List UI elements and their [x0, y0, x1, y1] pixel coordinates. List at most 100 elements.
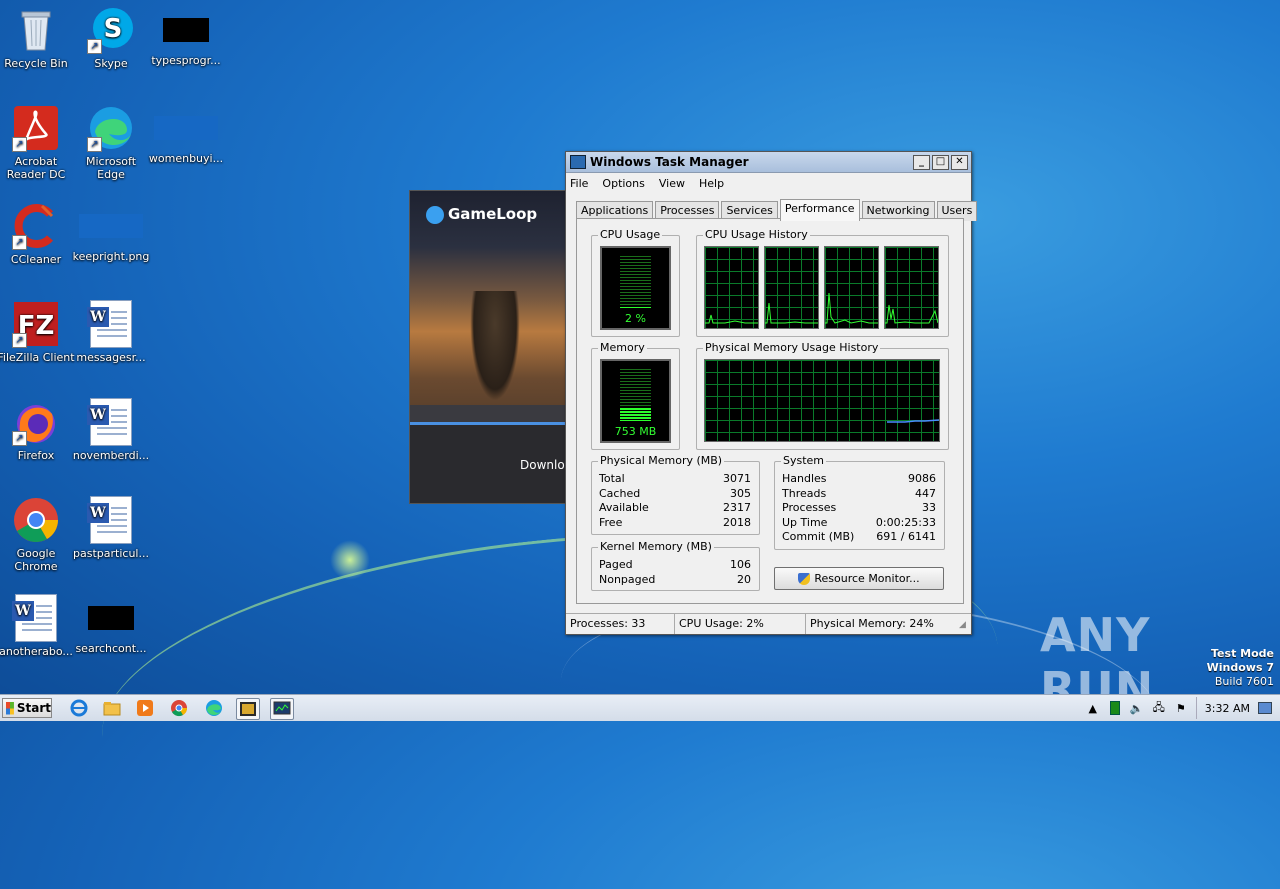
explorer-icon[interactable] — [101, 698, 123, 718]
desktop-icon-label: keepright.png — [72, 250, 150, 263]
menu-file[interactable]: File — [570, 177, 588, 190]
volume-icon[interactable]: 🔈 — [1130, 701, 1144, 715]
desktop-icon-label: FileZilla Client — [0, 351, 75, 364]
memory-value: 753 MB — [614, 425, 657, 438]
desktop-icon-typesprogr[interactable]: typesprogr... — [146, 6, 226, 67]
resize-grip-icon[interactable]: ◢ — [959, 614, 971, 634]
resource-monitor-button[interactable]: Resource Monitor... — [774, 567, 944, 590]
download-status-text: Downlo — [520, 458, 565, 472]
desktop-icon-keepright[interactable]: keepright.png — [71, 202, 151, 263]
stat-value: 20 — [737, 572, 751, 586]
desktop-icon-label: Recycle Bin — [4, 57, 68, 70]
stat-label: Available — [599, 501, 649, 514]
physical-memory-group: Physical Memory (MB) Total 3071 Cached 305… — [591, 454, 760, 535]
taskmanager-icon[interactable] — [270, 698, 294, 720]
desktop-icon-chrome[interactable]: Google Chrome — [0, 496, 76, 573]
splash-artwork — [470, 291, 520, 401]
stat-label: Free — [599, 515, 623, 529]
task-manager-window[interactable]: Windows Task Manager _ □ ✕ File Options … — [565, 151, 978, 635]
desktop-icon-acrobat[interactable]: ↗ Acrobat Reader DC — [0, 104, 76, 181]
start-button[interactable]: Start — [2, 698, 52, 718]
stat-label: Total — [599, 472, 625, 485]
word-doc-icon: W — [87, 398, 135, 446]
start-label: Start — [16, 701, 51, 715]
splash-banner — [410, 405, 570, 422]
title-bar[interactable]: Windows Task Manager _ □ ✕ — [566, 152, 971, 173]
desktop-icon-label: novemberdi... — [72, 449, 150, 462]
desktop-icon-label: searchcont... — [75, 642, 147, 655]
chrome-icon — [12, 496, 60, 544]
network-monitor-icon[interactable] — [1108, 701, 1122, 715]
menu-bar: File Options View Help — [566, 173, 971, 193]
word-doc-icon: W — [87, 300, 135, 348]
cpu-usage-group: CPU Usage 2 % — [591, 228, 680, 337]
system-tray: ▲ 🔈 🖧 ⚑ 3:32 AM — [1086, 695, 1280, 721]
test-mode-line: Test Mode — [1211, 647, 1274, 660]
status-cpu-usage: CPU Usage: 2% — [675, 614, 806, 634]
physical-memory-history-label: Physical Memory Usage History — [703, 341, 881, 354]
tab-performance[interactable]: Performance — [779, 199, 860, 221]
desktop-icon-label: Skype — [94, 57, 128, 70]
desktop-icon-searchcont[interactable]: searchcont... — [71, 594, 151, 655]
desktop-icon-skype[interactable]: S ↗ Skype — [71, 6, 151, 70]
ie-icon[interactable] — [68, 698, 90, 718]
windows-logo-icon — [6, 701, 14, 715]
desktop-icon-anotherabo[interactable]: W anotherabo... — [0, 594, 76, 658]
system-group: System Handles 9086 Threads 447 Processes 3… — [774, 454, 945, 550]
chrome-icon[interactable] — [168, 698, 190, 718]
desktop-icon-edge[interactable]: ↗ Microsoft Edge — [71, 104, 151, 181]
close-button[interactable]: ✕ — [951, 154, 968, 170]
stat-value: 0:00:25:33 — [875, 515, 936, 529]
resource-monitor-label: Resource Monitor... — [814, 572, 920, 585]
gameloop-logo-text: GameLoop — [448, 205, 538, 223]
uac-shield-icon — [798, 572, 811, 585]
desktop-icon-label: Google Chrome — [14, 547, 58, 573]
stat-value: 9086 — [908, 472, 936, 485]
stat-label: Up Time — [782, 515, 828, 529]
action-center-flag-icon[interactable]: ⚑ — [1174, 701, 1188, 715]
menu-view[interactable]: View — [659, 177, 685, 190]
desktop-icon-novemberdi[interactable]: W novemberdi... — [71, 398, 151, 462]
minimize-button[interactable]: _ — [913, 154, 930, 170]
cpu-usage-label: CPU Usage — [598, 228, 663, 241]
shortcut-arrow-icon: ↗ — [12, 235, 27, 250]
media-player-icon[interactable] — [134, 698, 156, 718]
memory-fill — [620, 408, 651, 421]
desktop-icon-messagesr[interactable]: W messagesr... — [71, 300, 151, 364]
stat-label: Cached — [599, 486, 641, 500]
cpu-history-label: CPU Usage History — [703, 228, 810, 241]
show-desktop-icon[interactable] — [1258, 701, 1272, 715]
menu-options[interactable]: Options — [602, 177, 644, 190]
performance-panel: CPU Usage 2 % CPU Usage History Memory 7… — [576, 218, 964, 604]
physical-memory-title: Physical Memory (MB) — [598, 454, 725, 467]
stat-value: 447 — [915, 486, 936, 500]
physical-memory-history-group: Physical Memory Usage History — [696, 341, 949, 450]
physical-memory-stats: Total 3071 Cached 305 Available 2317 Free 20… — [599, 472, 751, 530]
gameloop-icon[interactable] — [236, 698, 260, 720]
gameloop-logo-icon — [426, 205, 444, 224]
memory-meter: 753 MB — [600, 359, 671, 443]
svg-text:S: S — [104, 14, 123, 44]
stat-value: 691 / 6141 — [876, 530, 936, 543]
word-doc-icon: W — [12, 594, 60, 642]
desktop-icon-filezilla[interactable]: FZ ↗ FileZilla Client — [0, 300, 76, 364]
network-icon[interactable]: 🖧 — [1152, 701, 1166, 715]
desktop-icon-pastparticul[interactable]: W pastparticul... — [71, 496, 151, 560]
maximize-button[interactable]: □ — [932, 154, 949, 170]
physical-memory-history-graph — [704, 359, 940, 442]
desktop-icon-firefox[interactable]: ↗ Firefox — [0, 398, 76, 462]
stat-value: 106 — [730, 558, 751, 571]
stat-label: Commit (MB) — [782, 530, 855, 543]
edge-icon: ↗ — [87, 104, 135, 152]
shortcut-arrow-icon: ↗ — [12, 333, 27, 348]
desktop-icon-womenbuyi[interactable]: womenbuyi... — [146, 104, 226, 165]
menu-help[interactable]: Help — [699, 177, 724, 190]
show-hidden-icons-icon[interactable]: ▲ — [1086, 701, 1100, 715]
clock[interactable]: 3:32 AM — [1205, 702, 1250, 715]
desktop-icon-recycle-bin[interactable]: Recycle Bin — [0, 6, 76, 70]
edge-icon[interactable] — [203, 698, 225, 718]
gameloop-splash-window[interactable]: GameLoop Downlo — [409, 190, 571, 504]
shortcut-arrow-icon: ↗ — [87, 137, 102, 152]
desktop-icon-ccleaner[interactable]: ↗ CCleaner — [0, 202, 76, 266]
recycle-bin-icon — [12, 6, 60, 54]
